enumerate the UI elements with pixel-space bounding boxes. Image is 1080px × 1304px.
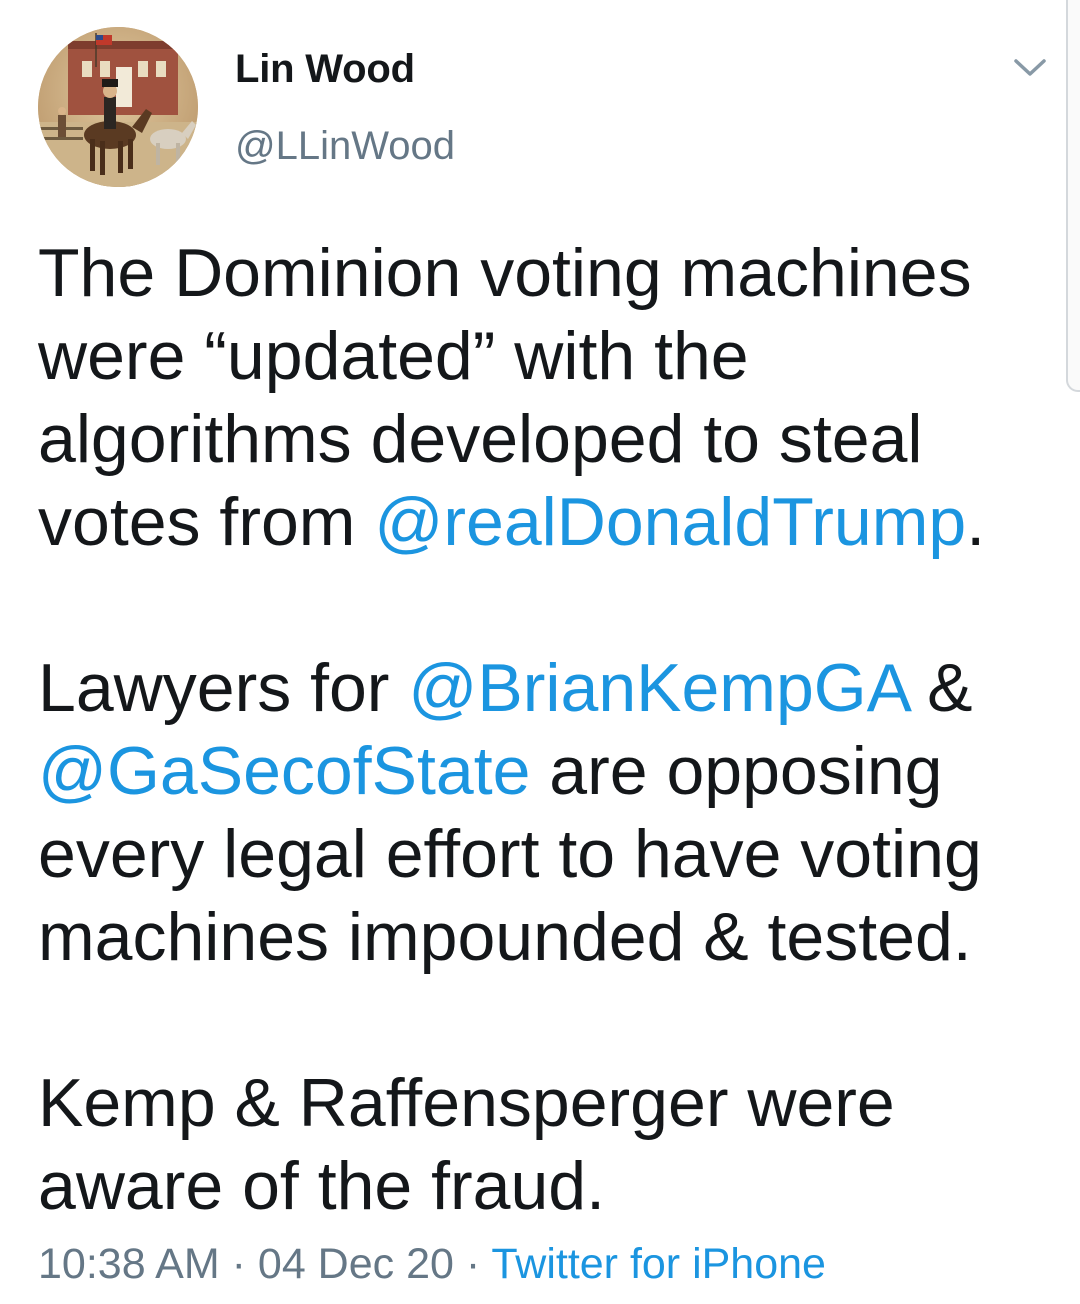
user-display-name[interactable]: Lin Wood [235, 47, 415, 92]
mention-link-realdonaldtrump[interactable]: @realDonaldTrump [374, 484, 966, 560]
user-handle[interactable]: @LLinWood [235, 124, 455, 169]
tweet-date[interactable]: 04 Dec 20 [258, 1240, 454, 1288]
mention-link-briankempga[interactable]: @BrianKempGA [408, 650, 908, 726]
tweet-text-segment: & [908, 650, 973, 726]
tweet-text: The Dominion voting machines were “updat… [38, 232, 1058, 1228]
tweet-time[interactable]: 10:38 AM [38, 1240, 220, 1288]
tweet-card: Lin Wood @LLinWood The Dominion voting m… [0, 0, 1080, 1304]
avatar[interactable] [38, 27, 198, 187]
tweet-paragraph-2: Lawyers for @BrianKempGA & @GaSecofState… [38, 647, 1058, 979]
meta-separator: · [453, 1240, 492, 1288]
avatar-painting-image [38, 27, 198, 187]
tweet-paragraph-1: The Dominion voting machines were “updat… [38, 232, 1058, 564]
meta-separator: · [219, 1240, 258, 1288]
tweet-text-segment: . [966, 484, 986, 560]
scrollbar[interactable] [1066, 0, 1080, 392]
tweet-text-segment: Lawyers for [38, 650, 409, 726]
tweet-source-link[interactable]: Twitter for iPhone [491, 1240, 826, 1288]
tweet-metadata: 10:38 AM · 04 Dec 20 · Twitter for iPhon… [38, 1240, 826, 1289]
chevron-down-icon[interactable] [1012, 56, 1048, 80]
mention-link-gasecofstate[interactable]: @GaSecofState [38, 733, 530, 809]
tweet-paragraph-3: Kemp & Raffensperger were aware of the f… [38, 1065, 895, 1224]
